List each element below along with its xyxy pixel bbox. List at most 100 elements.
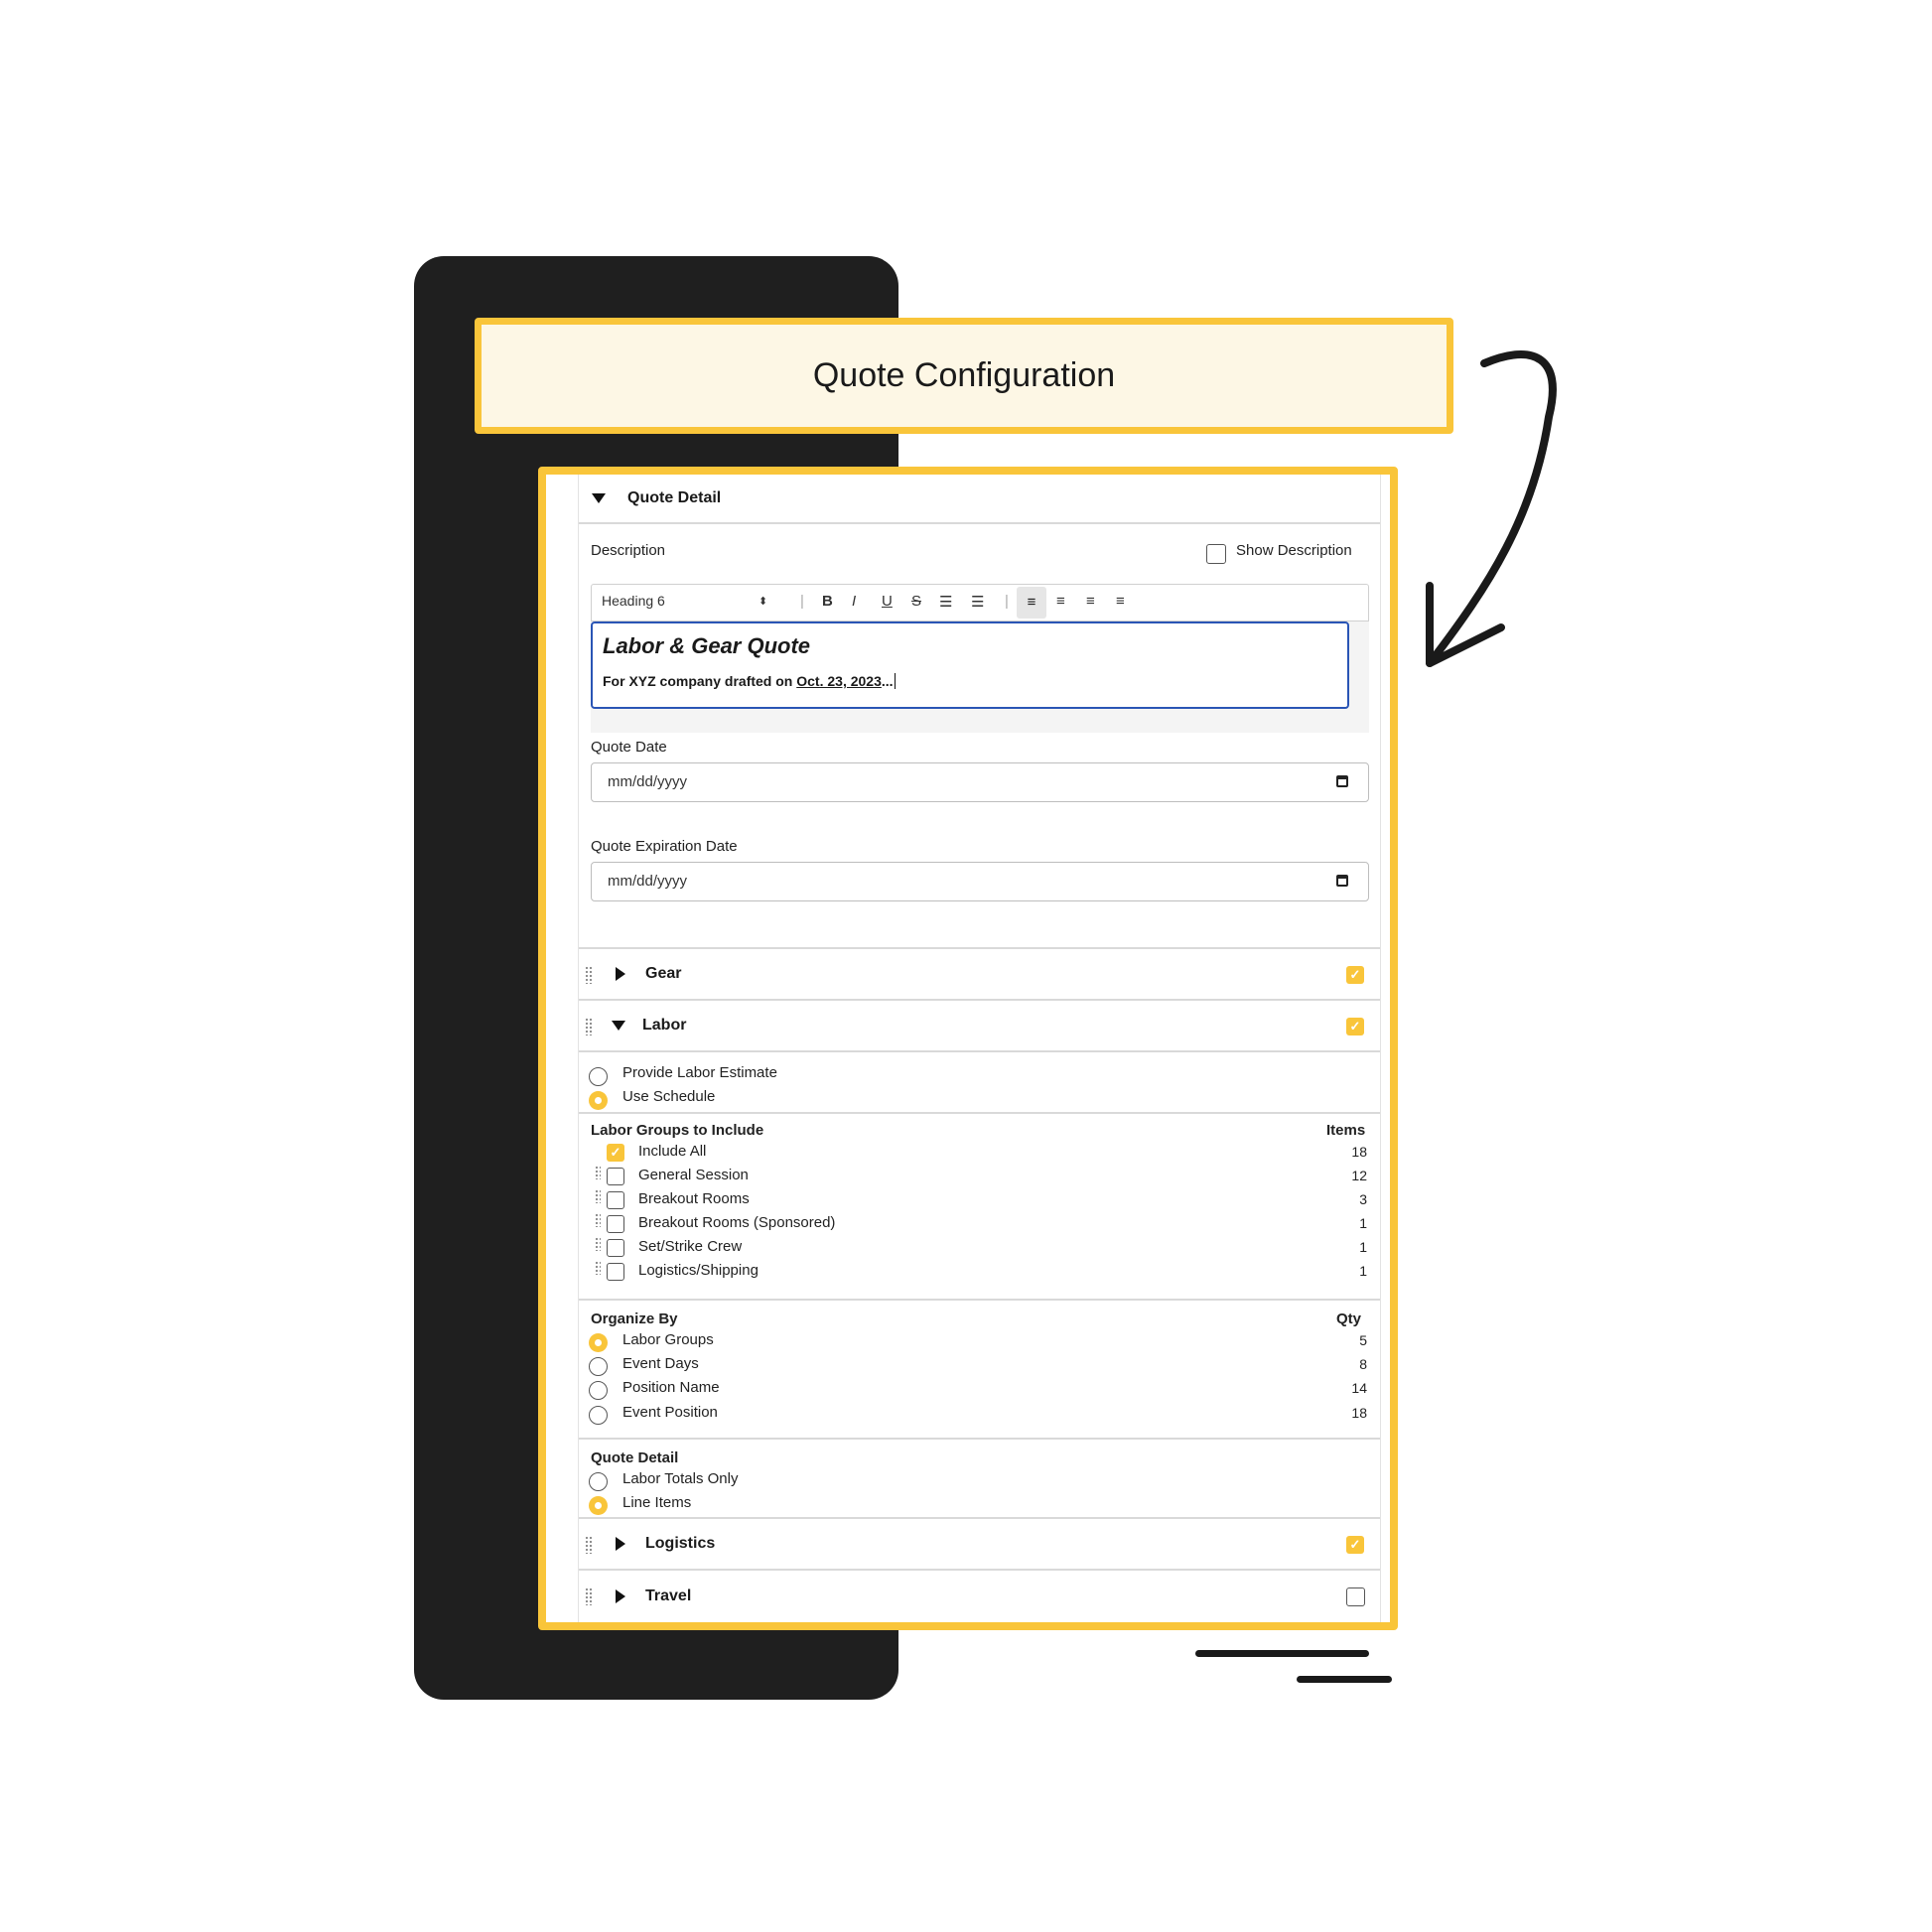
option-label: Line Items xyxy=(622,1494,692,1511)
labor-include-checkbox[interactable]: ✓ xyxy=(1346,1018,1364,1035)
group-label: Set/Strike Crew xyxy=(638,1238,743,1255)
labor-estimate-options: Provide Labor Estimate Use Schedule xyxy=(579,1052,1380,1114)
group-checkbox-breakout-rooms-sponsored[interactable] xyxy=(607,1215,624,1233)
section-travel[interactable]: Travel xyxy=(579,1571,1380,1622)
drag-handle-icon[interactable] xyxy=(595,1166,601,1179)
caret-right-icon xyxy=(616,1537,625,1551)
quote-detail-body: Description Show Description Heading 6 ⬍… xyxy=(579,524,1380,949)
include-all-checkbox[interactable]: ✓ xyxy=(607,1144,624,1162)
section-gear[interactable]: Gear ✓ xyxy=(579,949,1380,1001)
option-label: Position Name xyxy=(622,1379,720,1396)
travel-include-checkbox[interactable] xyxy=(1346,1587,1365,1606)
drag-handle-icon[interactable] xyxy=(595,1237,601,1251)
select-arrows-icon: ⬍ xyxy=(759,596,768,608)
group-label: General Session xyxy=(638,1167,749,1183)
text-cursor xyxy=(894,673,896,689)
description-label: Description xyxy=(591,542,666,559)
section-title: Travel xyxy=(645,1587,692,1604)
group-checkbox-logistics-shipping[interactable] xyxy=(607,1263,624,1281)
quote-config-panel: Quote Detail Description Show Descriptio… xyxy=(538,467,1398,1630)
drag-handle-icon[interactable] xyxy=(595,1213,601,1227)
option-label: Labor Groups xyxy=(622,1331,714,1348)
section-labor[interactable]: Labor ✓ xyxy=(579,1001,1380,1052)
editor-area: Labor & Gear Quote For XYZ company draft… xyxy=(591,621,1369,733)
page-title-banner: Quote Configuration xyxy=(475,318,1453,434)
quote-config-content: Quote Detail Description Show Descriptio… xyxy=(578,475,1381,1622)
italic-button[interactable]: I xyxy=(852,593,856,610)
option-label: Provide Labor Estimate xyxy=(622,1064,777,1081)
section-logistics[interactable]: Logistics ✓ xyxy=(579,1519,1380,1571)
editor-line-date: Oct. 23, 2023 xyxy=(796,673,882,689)
labor-groups-section: Labor Groups to Include Items ✓ Include … xyxy=(579,1114,1380,1301)
section-title: Logistics xyxy=(645,1535,716,1552)
quote-detail-title: Quote Detail xyxy=(591,1449,679,1466)
group-label: Breakout Rooms xyxy=(638,1190,750,1207)
quote-date-input[interactable]: mm/dd/yyyy xyxy=(591,762,1369,802)
radio-labor-totals-only[interactable] xyxy=(589,1472,608,1491)
group-label: Breakout Rooms (Sponsored) xyxy=(638,1214,836,1231)
labor-groups-title: Labor Groups to Include xyxy=(591,1122,764,1139)
calendar-icon[interactable] xyxy=(1336,775,1348,787)
align-center-icon[interactable]: ≡ xyxy=(1056,593,1065,610)
align-justify-icon[interactable]: ≡ xyxy=(1116,593,1125,610)
show-description-checkbox[interactable] xyxy=(1206,544,1226,564)
radio-position-name[interactable] xyxy=(589,1381,608,1400)
expiration-date-placeholder: mm/dd/yyyy xyxy=(608,873,688,890)
option-label: Event Position xyxy=(622,1404,718,1421)
radio-provide-labor-estimate[interactable] xyxy=(589,1067,608,1086)
bullet-list-icon[interactable]: ☰ xyxy=(971,593,984,611)
option-label: Labor Totals Only xyxy=(622,1470,739,1487)
drag-handle-icon[interactable] xyxy=(595,1189,601,1203)
organize-by-section: Organize By Qty Labor Groups 5 Event Day… xyxy=(579,1301,1380,1440)
decorative-line xyxy=(1297,1676,1392,1683)
group-checkbox-general-session[interactable] xyxy=(607,1168,624,1185)
caret-right-icon xyxy=(616,1589,625,1603)
toolbar-divider: | xyxy=(1005,593,1009,610)
group-count: 1 xyxy=(1359,1239,1367,1255)
ordered-list-icon[interactable]: ☰ xyxy=(939,593,952,611)
editor-line-suffix: ... xyxy=(881,673,894,689)
option-label: Event Days xyxy=(622,1355,699,1372)
group-count: 3 xyxy=(1359,1191,1367,1207)
gear-include-checkbox[interactable]: ✓ xyxy=(1346,966,1364,984)
drag-handle-icon[interactable] xyxy=(585,966,593,984)
radio-line-items[interactable] xyxy=(589,1496,608,1515)
block-style-select[interactable]: Heading 6 xyxy=(602,593,665,609)
radio-use-schedule[interactable] xyxy=(589,1091,608,1110)
caret-down-icon xyxy=(612,1021,625,1031)
page-title: Quote Configuration xyxy=(812,356,1116,394)
drag-handle-icon[interactable] xyxy=(585,1587,593,1605)
expiration-date-label: Quote Expiration Date xyxy=(591,838,738,855)
logistics-include-checkbox[interactable]: ✓ xyxy=(1346,1536,1364,1554)
editor-toolbar: Heading 6 ⬍ | B I U S ☰ ☰ | ≡ ≡ ≡ ≡ xyxy=(591,584,1369,621)
drag-handle-icon[interactable] xyxy=(585,1536,593,1554)
section-title: Quote Detail xyxy=(627,489,722,506)
align-right-icon[interactable]: ≡ xyxy=(1086,593,1095,610)
group-checkbox-breakout-rooms[interactable] xyxy=(607,1191,624,1209)
radio-labor-groups[interactable] xyxy=(589,1333,608,1352)
quote-date-label: Quote Date xyxy=(591,739,667,756)
radio-event-position[interactable] xyxy=(589,1406,608,1425)
organize-by-title: Organize By xyxy=(591,1311,678,1327)
group-count: 1 xyxy=(1359,1263,1367,1279)
group-checkbox-set-strike-crew[interactable] xyxy=(607,1239,624,1257)
editor-line-text: For XYZ company drafted on xyxy=(603,673,797,689)
drag-handle-icon[interactable] xyxy=(595,1261,601,1275)
section-quote-detail[interactable]: Quote Detail xyxy=(579,475,1380,524)
items-column-header: Items xyxy=(1326,1122,1366,1139)
labor-quote-detail-section: Quote Detail Labor Totals Only Line Item… xyxy=(579,1440,1380,1519)
underline-button[interactable]: U xyxy=(882,593,893,610)
decorative-line xyxy=(1195,1650,1369,1657)
radio-event-days[interactable] xyxy=(589,1357,608,1376)
calendar-icon[interactable] xyxy=(1336,875,1348,887)
bold-button[interactable]: B xyxy=(822,593,833,610)
drag-handle-icon[interactable] xyxy=(585,1018,593,1035)
caret-down-icon xyxy=(592,493,606,503)
group-count: 12 xyxy=(1351,1168,1367,1183)
description-editor[interactable]: Labor & Gear Quote For XYZ company draft… xyxy=(591,621,1349,709)
align-left-icon[interactable]: ≡ xyxy=(1017,587,1046,619)
option-count: 18 xyxy=(1351,1405,1367,1421)
expiration-date-input[interactable]: mm/dd/yyyy xyxy=(591,862,1369,901)
strikethrough-button[interactable]: S xyxy=(911,593,921,610)
show-description-label: Show Description xyxy=(1236,542,1352,559)
